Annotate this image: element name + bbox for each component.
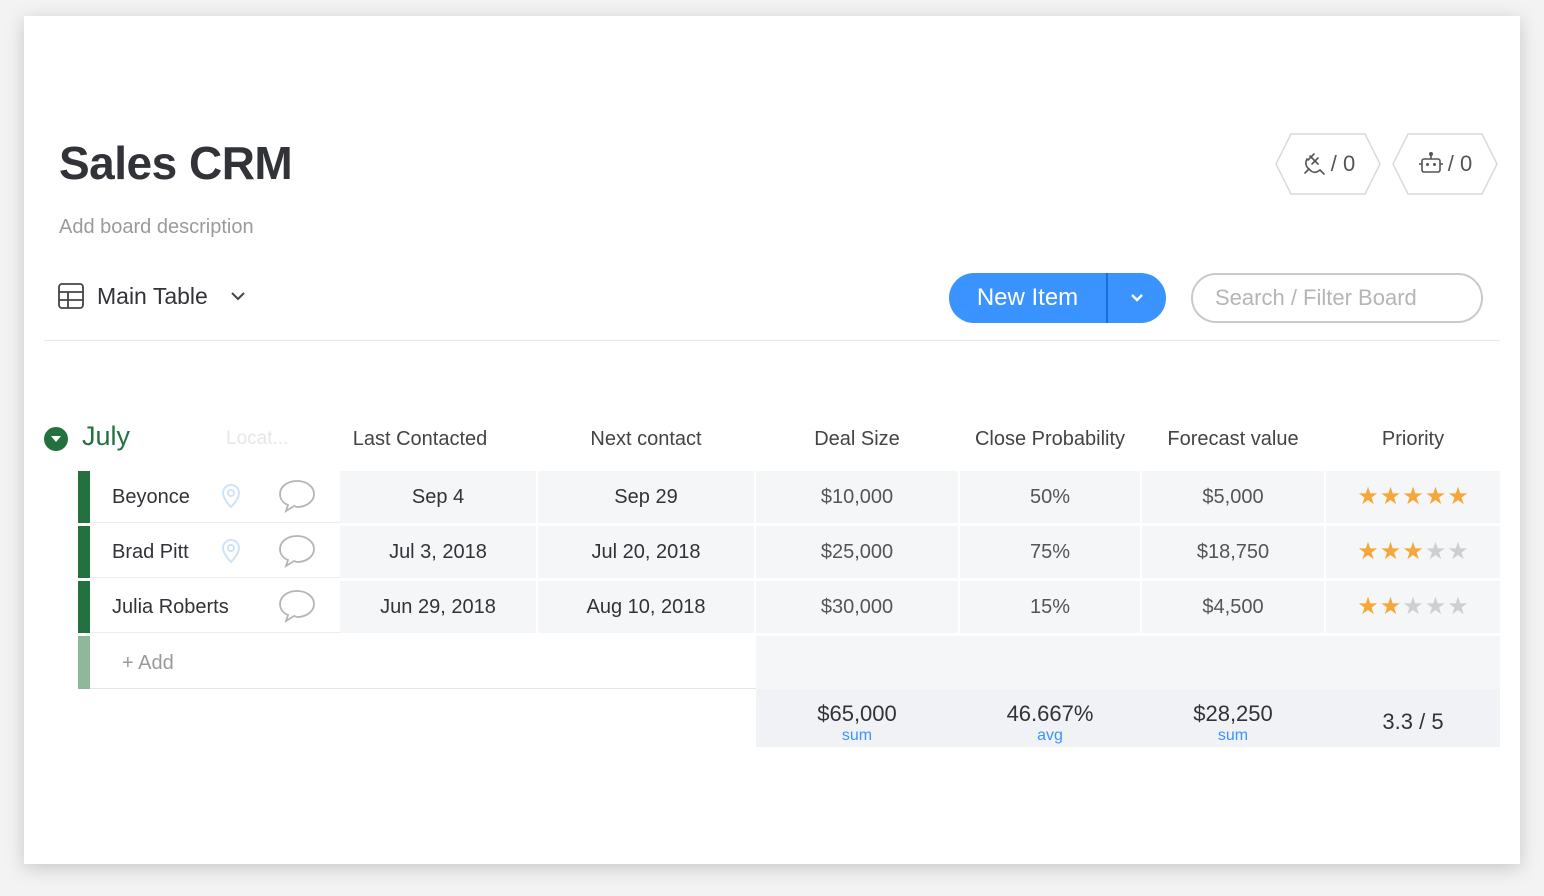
item-name[interactable]: Beyonce [112, 486, 190, 509]
group-color-bar [78, 581, 90, 633]
column-header-last-contacted[interactable]: Last Contacted [338, 428, 502, 451]
star-empty-icon[interactable]: ★ [1447, 595, 1469, 619]
group-summary-row: $65,000 sum 46.667% avg $28,250 sum 3.3 … [756, 689, 1500, 747]
rating-stars[interactable]: ★ ★ ★ ★ ★ [1357, 595, 1469, 619]
summary-value: $65,000 [817, 701, 897, 726]
group-color-bar [78, 636, 90, 689]
comment-bubble-icon[interactable] [278, 534, 316, 568]
star-filled-icon[interactable]: ★ [1447, 485, 1469, 509]
priority-cell[interactable]: ★ ★ ★ ★ ★ [1326, 526, 1500, 578]
forecast-value-cell: $5,000 [1142, 471, 1324, 523]
row-divider [90, 688, 756, 689]
close-probability-summary: 46.667% avg [960, 689, 1140, 747]
star-filled-icon[interactable]: ★ [1380, 540, 1402, 564]
add-item-row[interactable]: + Add [78, 636, 756, 689]
summary-value: $28,250 [1193, 701, 1273, 726]
integrations-plug-icon [1303, 153, 1325, 175]
star-empty-icon[interactable]: ★ [1425, 595, 1447, 619]
last-contacted-cell[interactable]: Jul 3, 2018 [340, 526, 536, 578]
location-pin-icon [222, 539, 240, 563]
star-filled-icon[interactable]: ★ [1380, 485, 1402, 509]
board-title[interactable]: Sales CRM [59, 136, 293, 190]
star-filled-icon[interactable]: ★ [1357, 540, 1379, 564]
board-description[interactable]: Add board description [59, 216, 254, 239]
close-probability-cell[interactable]: 15% [960, 581, 1140, 633]
group-title[interactable]: July [82, 421, 130, 452]
integrations-button[interactable]: / 0 [1275, 133, 1381, 195]
comment-bubble-icon[interactable] [278, 589, 316, 623]
star-empty-icon[interactable]: ★ [1447, 540, 1469, 564]
item-name[interactable]: Julia Roberts [112, 596, 229, 619]
star-filled-icon[interactable]: ★ [1425, 485, 1447, 509]
chevron-down-icon [1131, 294, 1143, 302]
forecast-value-cell: $18,750 [1142, 526, 1324, 578]
deal-size-cell[interactable]: $30,000 [756, 581, 958, 633]
star-filled-icon[interactable]: ★ [1402, 485, 1424, 509]
summary-function[interactable]: avg [960, 727, 1140, 745]
next-contact-cell[interactable]: Jul 20, 2018 [538, 526, 754, 578]
next-contact-cell[interactable]: Aug 10, 2018 [538, 581, 754, 633]
caret-down-icon [51, 436, 61, 442]
table-icon [58, 283, 84, 309]
star-filled-icon[interactable]: ★ [1357, 595, 1379, 619]
priority-cell[interactable]: ★ ★ ★ ★ ★ [1326, 581, 1500, 633]
group-color-bar [78, 471, 90, 523]
chevron-down-icon [231, 292, 245, 301]
rating-stars[interactable]: ★ ★ ★ ★ ★ [1357, 540, 1469, 564]
star-empty-icon[interactable]: ★ [1425, 540, 1447, 564]
table-row[interactable]: Brad Pitt Jul 3, 2018 Jul 20, 2018 $25,0… [78, 526, 1500, 578]
robot-icon [1418, 151, 1443, 173]
forecast-value-cell: $4,500 [1142, 581, 1324, 633]
comment-bubble-icon[interactable] [278, 479, 316, 513]
close-probability-cell[interactable]: 50% [960, 471, 1140, 523]
rating-stars[interactable]: ★ ★ ★ ★ ★ [1357, 485, 1469, 509]
board-card: Sales CRM Add board description / 0 / 0 … [24, 16, 1520, 864]
search-filter-input[interactable] [1191, 273, 1483, 323]
view-name: Main Table [97, 282, 208, 309]
priority-summary: 3.3 / 5 [1326, 689, 1500, 747]
item-name-cell[interactable]: Julia Roberts [90, 581, 340, 633]
item-name[interactable]: Brad Pitt [112, 541, 189, 564]
item-name-cell[interactable]: Brad Pitt [90, 526, 340, 578]
integrations-count: / 0 [1330, 151, 1356, 176]
star-filled-icon[interactable]: ★ [1402, 540, 1424, 564]
group-color-bar [78, 526, 90, 578]
column-header-deal-size[interactable]: Deal Size [756, 428, 958, 451]
add-item-label[interactable]: + Add [122, 652, 174, 675]
new-item-button[interactable]: New Item [949, 273, 1106, 323]
automations-count: / 0 [1447, 151, 1473, 176]
forecast-value-summary: $28,250 sum [1142, 689, 1324, 747]
add-row-filler [756, 636, 1500, 689]
column-header-priority[interactable]: Priority [1326, 428, 1500, 451]
close-probability-cell[interactable]: 75% [960, 526, 1140, 578]
deal-size-cell[interactable]: $25,000 [756, 526, 958, 578]
last-contacted-cell[interactable]: Jun 29, 2018 [340, 581, 536, 633]
summary-value: 3.3 / 5 [1382, 709, 1444, 734]
location-column-header[interactable]: Locat... [226, 428, 288, 450]
new-item-dropdown-button[interactable] [1108, 273, 1166, 323]
item-name-cell[interactable]: Beyonce [90, 471, 340, 523]
column-header-forecast-value[interactable]: Forecast value [1142, 428, 1324, 451]
next-contact-cell[interactable]: Sep 29 [538, 471, 754, 523]
new-item-split-button: New Item [949, 273, 1166, 323]
table-row[interactable]: Julia Roberts Jun 29, 2018 Aug 10, 2018 … [78, 581, 1500, 633]
summary-function[interactable]: sum [1142, 727, 1324, 745]
column-header-close-probability[interactable]: Close Probability [960, 428, 1140, 451]
summary-value: 46.667% [1006, 701, 1094, 726]
column-header-next-contact[interactable]: Next contact [538, 428, 754, 451]
deal-size-cell[interactable]: $10,000 [756, 471, 958, 523]
star-filled-icon[interactable]: ★ [1380, 595, 1402, 619]
summary-function[interactable]: sum [756, 727, 958, 745]
view-switcher[interactable]: Main Table [57, 282, 248, 310]
table-row[interactable]: Beyonce Sep 4 Sep 29 $10,000 50% $5,000 … [78, 471, 1500, 523]
location-pin-icon [222, 484, 240, 508]
group-collapse-toggle[interactable] [44, 427, 68, 451]
automations-button[interactable]: / 0 [1392, 133, 1498, 195]
star-empty-icon[interactable]: ★ [1402, 595, 1424, 619]
priority-cell[interactable]: ★ ★ ★ ★ ★ [1326, 471, 1500, 523]
deal-size-summary: $65,000 sum [756, 689, 958, 747]
star-filled-icon[interactable]: ★ [1357, 485, 1379, 509]
header-divider [44, 340, 1500, 341]
last-contacted-cell[interactable]: Sep 4 [340, 471, 536, 523]
